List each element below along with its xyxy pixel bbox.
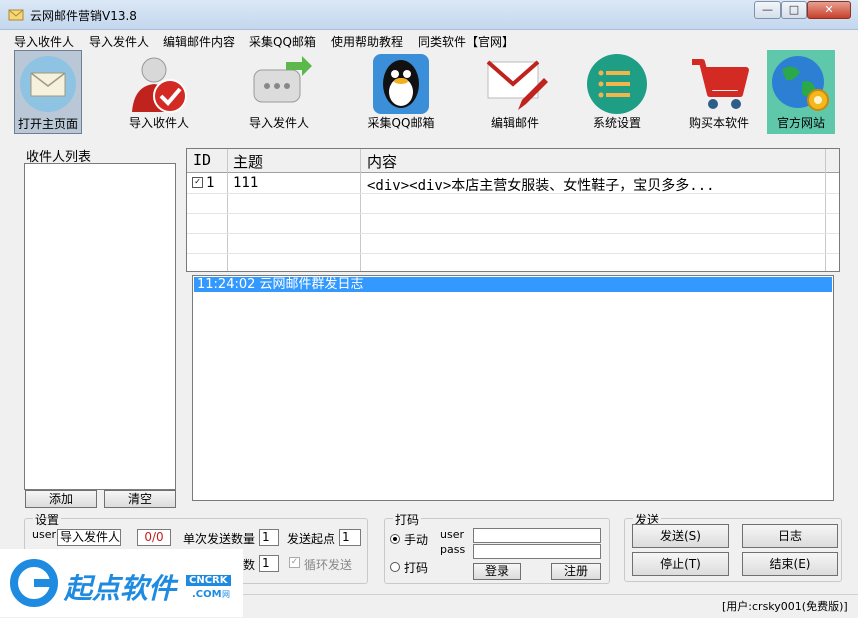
per-send-input[interactable]: 1 bbox=[259, 529, 279, 546]
title-bar: 云网邮件营销V13.8 — □ ✕ bbox=[0, 0, 858, 30]
sender-field[interactable]: 导入发件人 bbox=[57, 529, 121, 546]
watermark-logo-icon bbox=[10, 559, 58, 607]
tool-label: 编辑邮件 bbox=[490, 116, 539, 130]
tool-label: 导入收件人 bbox=[128, 116, 189, 130]
log-box[interactable]: 11:24:02 云网邮件群发日志 bbox=[192, 275, 834, 501]
partial-label: 数 bbox=[243, 558, 256, 572]
app-icon bbox=[8, 9, 24, 21]
cart-icon bbox=[692, 59, 749, 109]
menu-bar: 导入收件人 导入发件人 编辑邮件内容 采集QQ邮箱 使用帮助教程 同类软件【官网… bbox=[0, 30, 858, 50]
globe-icon bbox=[772, 56, 829, 111]
clear-recipients-button[interactable]: 清空 bbox=[104, 490, 176, 508]
menu-import-senders[interactable]: 导入发件人 bbox=[89, 33, 149, 50]
watermark-badge: CNCRK bbox=[186, 575, 231, 586]
col-subject[interactable]: 主题 bbox=[233, 151, 263, 172]
grid-header: ID 主题 内容 bbox=[187, 149, 839, 173]
settings-list-icon bbox=[587, 54, 647, 114]
col-id[interactable]: ID bbox=[193, 151, 211, 169]
partial-input[interactable]: 1 bbox=[259, 555, 279, 572]
user-check-icon bbox=[132, 57, 187, 113]
settings-caption: 设置 bbox=[33, 511, 62, 528]
tool-label: 官方网站 bbox=[776, 116, 825, 130]
mail-grid[interactable]: ID 主题 内容 ✓ 1 111 <div><div>本店主营女服装、女性鞋子，… bbox=[186, 148, 840, 272]
captcha-user-label: user bbox=[440, 528, 464, 541]
row-id: 1 bbox=[206, 175, 215, 191]
table-row[interactable]: ✓ 1 111 <div><div>本店主营女服装、女性鞋子，宝贝多多... bbox=[187, 173, 839, 194]
per-send-label: 单次发送数量 bbox=[183, 532, 256, 546]
tool-label: 购买本软件 bbox=[688, 116, 749, 130]
watermark-suffix: 网 bbox=[222, 590, 230, 599]
captcha-pass-label: pass bbox=[440, 543, 466, 556]
message-arrow-icon bbox=[253, 56, 312, 103]
tool-import-recipients[interactable]: 导入收件人 bbox=[120, 50, 198, 134]
sender-user-label: user bbox=[32, 528, 56, 541]
manual-radio[interactable] bbox=[390, 534, 400, 544]
col-content[interactable]: 内容 bbox=[367, 151, 397, 172]
log-entry[interactable]: 11:24:02 云网邮件群发日志 bbox=[194, 277, 832, 292]
window-title: 云网邮件营销V13.8 bbox=[30, 9, 137, 23]
tool-import-senders[interactable]: 导入发件人 bbox=[240, 50, 318, 134]
send-group: 发送 发送(S) 日志 停止(T) 结束(E) bbox=[624, 511, 842, 582]
register-button[interactable]: 注册 bbox=[551, 563, 601, 580]
tool-collect-qq[interactable]: 采集QQ邮箱 bbox=[362, 50, 440, 134]
captcha-caption: 打码 bbox=[393, 511, 422, 528]
mail-edit-icon bbox=[486, 60, 548, 110]
start-input[interactable]: 1 bbox=[339, 529, 361, 546]
tool-official-site[interactable]: 官方网站 bbox=[767, 50, 835, 134]
stop-button[interactable]: 停止(T) bbox=[632, 552, 729, 576]
auto-radio[interactable] bbox=[390, 562, 400, 572]
tool-buy-software[interactable]: 购买本软件 bbox=[680, 50, 758, 134]
tool-system-settings[interactable]: 系统设置 bbox=[578, 50, 656, 134]
watermark-domain: .COM bbox=[192, 589, 222, 600]
start-label: 发送起点 bbox=[287, 532, 336, 546]
captcha-group: 打码 手动 打码 user pass 登录 注册 bbox=[384, 511, 610, 584]
menu-help[interactable]: 使用帮助教程 bbox=[331, 33, 403, 50]
maximize-button[interactable]: □ bbox=[781, 1, 807, 19]
tool-open-home[interactable]: 打开主页面 bbox=[14, 50, 82, 134]
menu-similar-software[interactable]: 同类软件【官网】 bbox=[418, 33, 514, 50]
minimize-button[interactable]: — bbox=[754, 1, 781, 19]
send-count: 0/0 bbox=[137, 529, 171, 546]
auto-label: 打码 bbox=[404, 561, 429, 575]
tool-edit-mail[interactable]: 编辑邮件 bbox=[476, 50, 554, 134]
end-button[interactable]: 结束(E) bbox=[742, 552, 838, 576]
watermark-text: 起点软件 bbox=[64, 572, 177, 605]
tool-label: 系统设置 bbox=[592, 116, 641, 130]
tool-label: 采集QQ邮箱 bbox=[367, 116, 435, 130]
loop-send-checkbox[interactable]: ✓ bbox=[289, 557, 300, 568]
close-button[interactable]: ✕ bbox=[807, 1, 851, 19]
row-subject: 111 bbox=[233, 175, 259, 191]
manual-label: 手动 bbox=[404, 533, 429, 547]
login-button[interactable]: 登录 bbox=[473, 563, 521, 580]
menu-import-recipients[interactable]: 导入收件人 bbox=[14, 33, 74, 50]
tool-label: 导入发件人 bbox=[248, 116, 309, 130]
qq-penguin-icon bbox=[373, 54, 429, 114]
log-button[interactable]: 日志 bbox=[742, 524, 838, 548]
add-recipient-button[interactable]: 添加 bbox=[25, 490, 97, 508]
toolbar: 打开主页面 导入收件人 导入发件人 采集QQ邮箱 编辑邮件 系统设置 购买本软件… bbox=[0, 50, 858, 136]
recipients-panel: 收件人列表 添加 清空 bbox=[17, 145, 183, 509]
loop-send-label: 循环发送 bbox=[304, 558, 353, 572]
recipients-list[interactable] bbox=[24, 163, 176, 490]
menu-collect-qq[interactable]: 采集QQ邮箱 bbox=[249, 33, 316, 50]
status-user: [用户:crsky001(免费版)] bbox=[722, 600, 848, 613]
row-checkbox[interactable]: ✓ bbox=[192, 177, 203, 188]
captcha-pass-input[interactable] bbox=[473, 544, 601, 559]
envelope-icon bbox=[20, 56, 76, 112]
captcha-user-input[interactable] bbox=[473, 528, 601, 543]
tool-label: 打开主页面 bbox=[17, 117, 78, 131]
row-content: <div><div>本店主营女服装、女性鞋子，宝贝多多... bbox=[367, 178, 715, 194]
menu-edit-mail[interactable]: 编辑邮件内容 bbox=[163, 33, 235, 50]
watermark: 起点软件 CNCRK .COM 网 bbox=[0, 549, 243, 617]
send-button[interactable]: 发送(S) bbox=[632, 524, 729, 548]
